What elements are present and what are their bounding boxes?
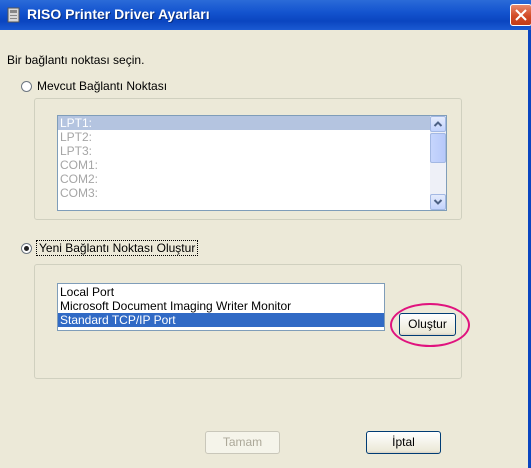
scroll-down-button[interactable] xyxy=(430,194,446,210)
window-title: RISO Printer Driver Ayarları xyxy=(27,6,210,22)
scroll-up-button[interactable] xyxy=(430,116,446,132)
chevron-down-icon xyxy=(433,199,443,205)
cancel-button[interactable]: İptal xyxy=(366,431,441,454)
instruction-text: Bir bağlantı noktası seçin. xyxy=(7,53,145,67)
list-item[interactable]: Local Port xyxy=(58,285,384,299)
close-button[interactable] xyxy=(510,4,531,26)
list-item[interactable]: COM1: xyxy=(58,158,446,172)
dialog-body: Bir bağlantı noktası seçin. Mevcut Bağla… xyxy=(0,30,531,468)
new-port-label: Yeni Bağlantı Noktası Oluştur xyxy=(35,240,199,256)
existing-port-label: Mevcut Bağlantı Noktası xyxy=(37,79,168,93)
dialog-window: RISO Printer Driver Ayarları Bir bağlant… xyxy=(0,0,531,468)
list-item[interactable]: COM3: xyxy=(58,186,446,200)
chevron-up-icon xyxy=(433,121,443,127)
list-item[interactable]: LPT1: xyxy=(58,116,446,130)
list-item[interactable]: Microsoft Document Imaging Writer Monito… xyxy=(58,299,384,313)
list-scrollbar[interactable] xyxy=(430,116,446,210)
list-item[interactable]: COM2: xyxy=(58,172,446,186)
existing-port-option[interactable]: Mevcut Bağlantı Noktası xyxy=(21,79,167,93)
highlight-ring xyxy=(390,303,470,347)
printer-icon xyxy=(7,7,20,23)
new-port-option[interactable]: Yeni Bağlantı Noktası Oluştur xyxy=(21,240,199,256)
ok-button[interactable]: Tamam xyxy=(205,431,280,454)
existing-port-list[interactable]: LPT1: LPT2: LPT3: COM1: COM2: COM3: xyxy=(57,115,447,211)
close-icon xyxy=(515,9,527,21)
scroll-thumb[interactable] xyxy=(430,133,446,163)
list-item[interactable]: LPT3: xyxy=(58,144,446,158)
list-item[interactable]: LPT2: xyxy=(58,130,446,144)
new-port-radio[interactable] xyxy=(21,242,32,254)
new-port-list[interactable]: Local Port Microsoft Document Imaging Wr… xyxy=(57,283,385,331)
title-bar[interactable]: RISO Printer Driver Ayarları xyxy=(0,0,531,30)
list-item[interactable]: Standard TCP/IP Port xyxy=(58,313,384,327)
existing-port-radio[interactable] xyxy=(21,80,32,92)
